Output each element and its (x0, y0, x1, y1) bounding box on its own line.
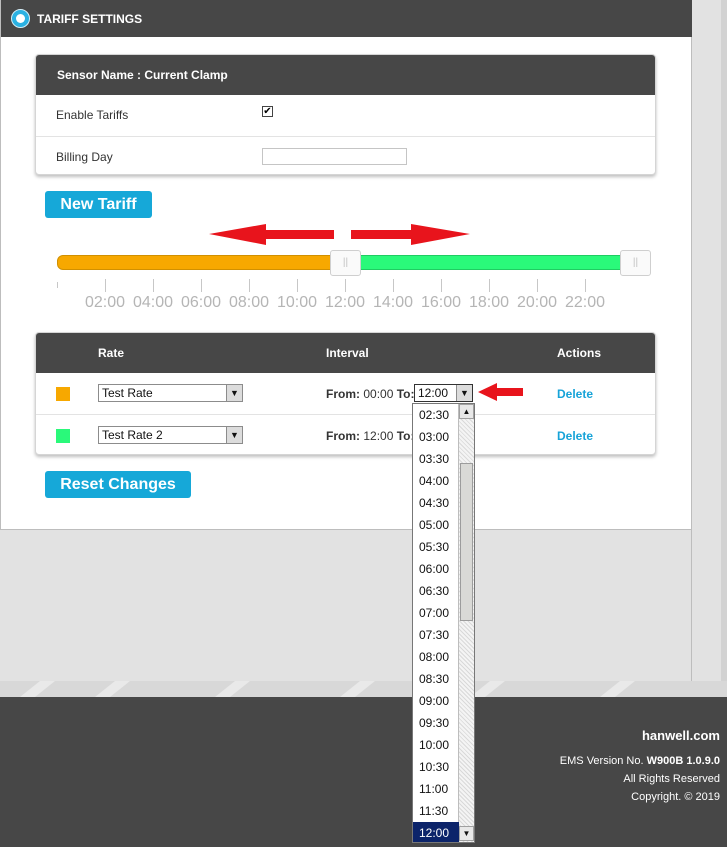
timeline-tick (249, 279, 250, 292)
dropdown-option[interactable]: 09:30 (413, 712, 459, 734)
timeline-tick (393, 279, 394, 292)
dropdown-option[interactable]: 12:00 (413, 822, 459, 842)
rate2-color-swatch (56, 429, 70, 443)
dropdown-option[interactable]: 09:00 (413, 690, 459, 712)
timeline-tick (105, 279, 106, 292)
rate-column-header: Rate (98, 346, 125, 360)
footer-version: EMS Version No. W900B 1.0.9.0 (559, 755, 720, 767)
dropdown-option[interactable]: 07:00 (413, 602, 459, 624)
billing-day-input[interactable] (262, 148, 407, 165)
split-handle[interactable]: || (330, 250, 361, 276)
timeline-tick (585, 279, 586, 292)
dropdown-option[interactable]: 08:00 (413, 646, 459, 668)
rate1-timeline-bar (57, 255, 347, 270)
timeline-tick (297, 279, 298, 292)
timeline-tick-label: 14:00 (373, 294, 414, 311)
dropdown-option[interactable]: 02:30 (413, 404, 459, 426)
right-arrow-icon (351, 224, 470, 245)
timeline-tick-label: 04:00 (133, 294, 174, 311)
timeline-tick-label: 16:00 (421, 294, 462, 311)
billing-day-row: Billing Day (36, 136, 655, 174)
footer-copyright: Copyright. © 2019 (631, 791, 720, 803)
dropdown-option[interactable]: 04:00 (413, 470, 459, 492)
page-background (0, 529, 691, 681)
end-handle[interactable]: || (620, 250, 651, 276)
timeline-tick (441, 279, 442, 292)
dropdown-option[interactable]: 11:00 (413, 778, 459, 800)
timeline-tick (537, 279, 538, 292)
chevron-down-icon: ▼ (226, 427, 242, 443)
enable-tariffs-row: Enable Tariffs ✔ (36, 95, 655, 136)
rate2-select[interactable]: Test Rate 2 ▼ (98, 426, 243, 444)
sensor-name-label: Sensor Name : Current Clamp (57, 68, 228, 82)
dropdown-option[interactable]: 05:00 (413, 514, 459, 536)
enable-tariffs-label: Enable Tariffs (56, 108, 129, 122)
timeline-tick (201, 279, 202, 292)
rates-table-header: Rate Interval Actions (36, 333, 655, 373)
dropdown-option[interactable]: 03:30 (413, 448, 459, 470)
dropdown-option[interactable]: 06:30 (413, 580, 459, 602)
footer-site-link[interactable]: hanwell.com (642, 728, 720, 743)
enable-tariffs-checkbox[interactable]: ✔ (262, 106, 273, 117)
timeline-tick (153, 279, 154, 292)
reset-changes-button[interactable]: Reset Changes (45, 471, 191, 498)
scrollbar-thumb[interactable] (460, 463, 473, 621)
pointer-arrow-icon (478, 383, 523, 401)
dropdown-option[interactable]: 10:30 (413, 756, 459, 778)
dropdown-option[interactable]: 07:30 (413, 624, 459, 646)
actions-column-header: Actions (557, 346, 602, 360)
timeline-tick-label: 06:00 (181, 294, 222, 311)
dropdown-option[interactable]: 04:30 (413, 492, 459, 514)
rate2-interval: From: 12:00 To: (326, 429, 415, 443)
dropdown-option[interactable]: 05:30 (413, 536, 459, 558)
timeline-tick-label: 02:00 (85, 294, 126, 311)
dropdown-option[interactable]: 10:00 (413, 734, 459, 756)
footer-rights: All Rights Reserved (623, 773, 720, 785)
drag-arrows (209, 224, 470, 245)
left-arrow-icon (209, 224, 334, 245)
dropdown-option[interactable]: 06:00 (413, 558, 459, 580)
rate2-delete-link[interactable]: Delete (557, 429, 593, 443)
dropdown-option[interactable]: 11:30 (413, 800, 459, 822)
rate2-timeline-bar (347, 255, 637, 270)
sensor-card: Sensor Name : Current Clamp Enable Tarif… (35, 54, 656, 175)
sensor-card-header: Sensor Name : Current Clamp (36, 55, 655, 95)
timeline-tick (57, 282, 58, 288)
rate1-select[interactable]: Test Rate ▼ (98, 384, 243, 402)
scroll-up-icon[interactable]: ▲ (459, 404, 474, 419)
new-tariff-button[interactable]: New Tariff (45, 191, 152, 218)
footer-decoration (0, 681, 727, 697)
interval-column-header: Interval (326, 346, 369, 360)
timeline-tick (345, 279, 346, 292)
timeline-tick-label: 18:00 (469, 294, 510, 311)
dropdown-scrollbar[interactable]: ▲ ▼ (458, 404, 474, 842)
dropdown-option[interactable]: 03:00 (413, 426, 459, 448)
footer-pattern (20, 681, 635, 697)
tariff-settings-panel: TARIFF SETTINGS Sensor Name : Current Cl… (0, 0, 692, 530)
timeline-tick-label: 22:00 (565, 294, 606, 311)
timeline-tick-label: 10:00 (277, 294, 318, 311)
timeline-tick-label: 08:00 (229, 294, 270, 311)
billing-day-label: Billing Day (56, 150, 113, 164)
timeline-tick-label: 20:00 (517, 294, 558, 311)
rate1-color-swatch (56, 387, 70, 401)
timeline-tick (489, 279, 490, 292)
panel-title: TARIFF SETTINGS (37, 12, 143, 26)
table-row: Test Rate ▼ From: 00:00 To: 12:00 ▼ Delete (36, 373, 655, 414)
table-row: Test Rate 2 ▼ From: 12:00 To: Delete (36, 414, 655, 454)
chevron-down-icon: ▼ (226, 385, 242, 401)
rates-table: Rate Interval Actions Test Rate ▼ From: 0… (35, 332, 656, 455)
scroll-down-icon[interactable]: ▼ (459, 826, 474, 841)
rate1-interval: From: 00:00 To: (326, 387, 415, 401)
interval-dropdown-list[interactable]: ▲ ▼ 02:30 03:00 03:30 04:00 04:30 05:00 05:30 0… (412, 403, 475, 843)
panel-header: TARIFF SETTINGS (1, 0, 692, 37)
settings-circle-icon (11, 9, 30, 28)
chevron-down-icon: ▼ (456, 385, 472, 401)
footer: hanwell.com EMS Version No. W900B 1.0.9.… (0, 697, 727, 847)
dropdown-option[interactable]: 08:30 (413, 668, 459, 690)
rate1-to-select[interactable]: 12:00 ▼ (414, 384, 473, 402)
timeline-tick-label: 12:00 (325, 294, 366, 311)
right-background-strip (691, 0, 727, 681)
rate1-delete-link[interactable]: Delete (557, 387, 593, 401)
